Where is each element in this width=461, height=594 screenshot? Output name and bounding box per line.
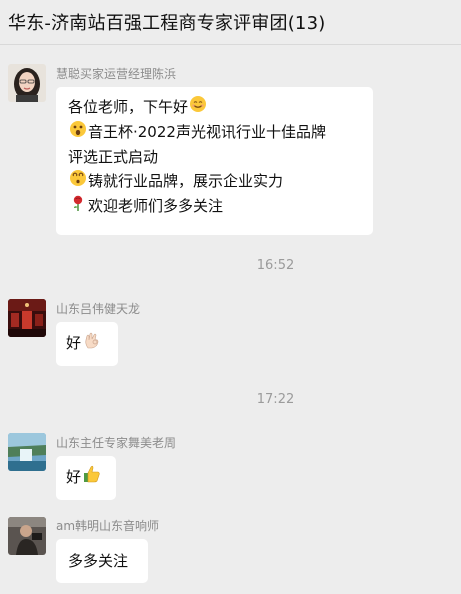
waterfall-photo-avatar-icon[interactable]	[8, 433, 46, 471]
message-line: 欢迎老师们多多关注	[68, 194, 361, 219]
chat-header: 华东-济南站百强工程商专家评审团(13)	[0, 0, 461, 45]
line-text: 铸就行业品牌，展示企业实力	[88, 172, 284, 190]
message-line: 音王杯·2022声光视讯行业十佳品牌	[68, 120, 361, 145]
timestamp-text: 17:22	[256, 392, 295, 407]
sender-name: 慧聪买家运营经理陈浜	[56, 67, 177, 81]
line-text: 评选正式启动	[68, 148, 159, 166]
dizzy-emoji-icon	[69, 169, 87, 194]
thumbs-up-emoji-icon	[82, 464, 102, 491]
line-text: 多多关注	[68, 552, 129, 570]
timestamp: 17:22	[45, 392, 461, 407]
smile-emoji-icon	[189, 95, 207, 120]
chat-messages[interactable]: 慧聪买家运营经理陈浜 各位老师，下午好 音王杯·2022声光视讯行业十佳品牌 评…	[0, 45, 461, 594]
line-text: 欢迎老师们多多关注	[88, 197, 224, 215]
message-bubble[interactable]: 各位老师，下午好 音王杯·2022声光视讯行业十佳品牌 评选正式启动 铸就行业品…	[56, 87, 373, 235]
message-line: 好	[66, 464, 106, 491]
message-bubble[interactable]: 多多关注	[56, 539, 148, 583]
sender-name: 山东吕伟健天龙	[56, 302, 141, 316]
line-text: 各位老师，下午好	[68, 98, 189, 116]
message-line: 评选正式启动	[68, 145, 361, 169]
timestamp: 16:52	[45, 258, 461, 273]
message-line: 铸就行业品牌，展示企业实力	[68, 169, 361, 194]
surprised-emoji-icon	[69, 120, 87, 145]
red-room-photo-avatar-icon[interactable]	[8, 299, 46, 337]
line-text: 音王杯·2022声光视讯行业十佳品牌	[88, 123, 326, 141]
sender-name: am韩明山东音响师	[56, 519, 160, 533]
line-text: 好	[66, 334, 82, 352]
line-text: 好	[66, 468, 82, 486]
ok-hand-emoji-icon	[82, 330, 102, 357]
group-title: 华东-济南站百强工程商专家评审团(13)	[8, 13, 326, 34]
sender-name: 山东主任专家舞美老周	[56, 436, 177, 450]
rose-emoji-icon	[69, 194, 87, 219]
woman-photo-avatar-icon[interactable]	[8, 64, 46, 102]
message-bubble[interactable]: 好	[56, 456, 116, 500]
person-photo-avatar-icon[interactable]	[8, 517, 46, 555]
message-bubble[interactable]: 好	[56, 322, 118, 366]
message-line: 多多关注	[68, 549, 136, 573]
message-line: 好	[66, 330, 108, 357]
message-line: 各位老师，下午好	[68, 95, 361, 120]
timestamp-text: 16:52	[256, 258, 295, 273]
